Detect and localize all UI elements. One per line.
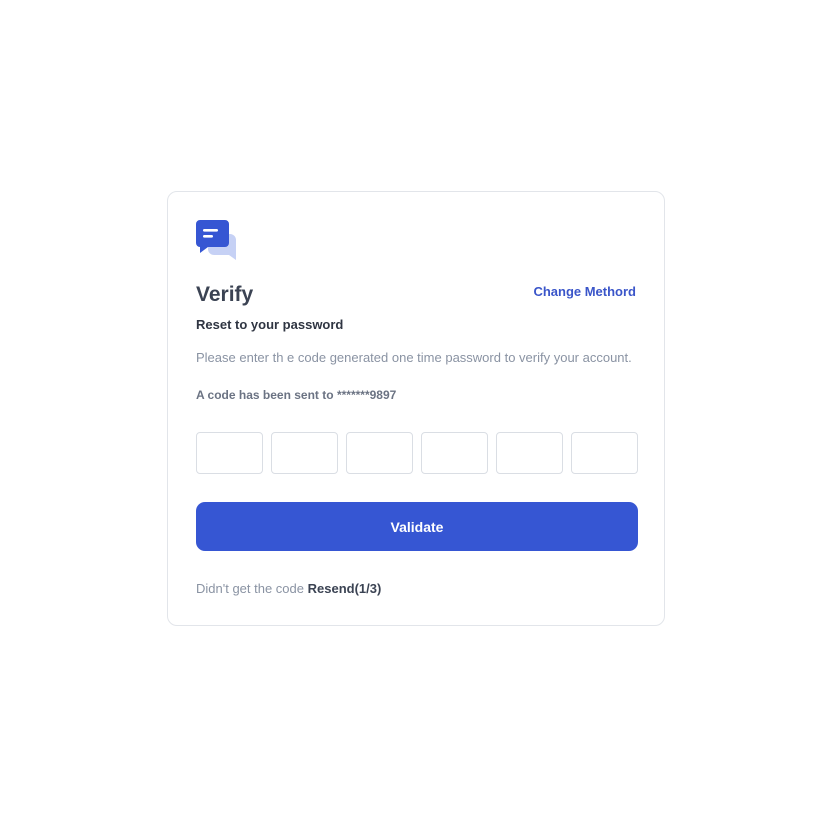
otp-digit-2[interactable]	[271, 432, 338, 474]
resend-prompt: Didn't get the code	[196, 581, 304, 596]
code-sent-prefix: A code has been sent to	[196, 388, 334, 402]
instructions-text: Please enter th e code generated one tim…	[196, 350, 632, 365]
otp-digit-3[interactable]	[346, 432, 413, 474]
otp-digit-4[interactable]	[421, 432, 488, 474]
resend-row: Didn't get the code Resend(1/3)	[196, 581, 381, 596]
resend-link[interactable]: Resend(1/3)	[308, 581, 382, 596]
otp-digit-1[interactable]	[196, 432, 263, 474]
subtitle: Reset to your password	[196, 317, 344, 332]
chat-bubbles-icon	[196, 220, 238, 262]
verify-card: Verify Change Methord Reset to your pass…	[167, 191, 665, 626]
change-method-link[interactable]: Change Methord	[533, 284, 636, 299]
otp-digit-6[interactable]	[571, 432, 638, 474]
page-title: Verify	[196, 283, 254, 306]
masked-phone-number: *******9897	[336, 388, 397, 402]
validate-button[interactable]: Validate	[196, 502, 638, 551]
code-sent-info: A code has been sent to *******9897	[196, 388, 396, 402]
otp-digit-5[interactable]	[496, 432, 563, 474]
otp-input-group	[196, 432, 638, 474]
